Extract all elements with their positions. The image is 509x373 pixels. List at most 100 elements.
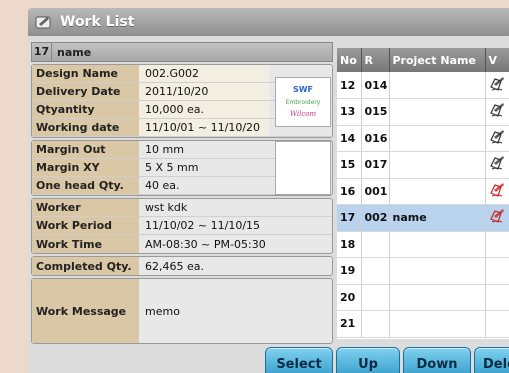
design-preview-empty <box>275 141 331 195</box>
table-row[interactable]: 13 015 <box>337 98 509 126</box>
cell-no: 21 <box>337 310 362 338</box>
cell-v <box>485 231 509 258</box>
cell-project <box>389 72 486 99</box>
job-number: 17 <box>32 43 52 61</box>
job-name: name <box>57 45 92 59</box>
work-message-value: memo <box>145 304 180 318</box>
up-button[interactable]: Up <box>336 347 400 373</box>
table-header-row: No R Project Name V <box>337 48 509 72</box>
worker-group: Worker wst kdk Work Period 11/10/02 ~ 11… <box>31 198 333 254</box>
cell-no: 16 <box>337 178 362 205</box>
job-header: 17 name <box>31 42 333 62</box>
table-row[interactable]: 20 <box>337 284 509 311</box>
cell-no: 17 <box>337 204 362 232</box>
col-v-header[interactable]: V <box>485 48 509 72</box>
window-title: Work List <box>60 14 135 30</box>
table-row[interactable]: 16 001 <box>337 178 509 205</box>
table-row[interactable]: 14 016 <box>337 125 509 152</box>
delivery-date-value: 2011/10/20 <box>139 83 269 100</box>
select-button[interactable]: Select <box>265 347 333 373</box>
cell-project: name <box>389 204 486 232</box>
work-message-row: Work Message memo <box>32 279 332 343</box>
completed-qty-label: Completed Qty. <box>32 257 139 275</box>
cell-project <box>389 257 486 285</box>
title-bar: Work List <box>28 8 509 36</box>
cell-project <box>389 178 486 205</box>
cell-no: 18 <box>337 231 362 258</box>
work-time-row: Work Time AM-08:30 ~ PM-05:30 <box>32 235 332 253</box>
cell-r: 015 <box>361 98 390 126</box>
completed-group: Completed Qty. 62,465 ea. <box>31 256 333 276</box>
design-name-label: Design Name <box>32 65 139 82</box>
cell-no: 14 <box>337 125 362 152</box>
pen-note-icon[interactable] <box>488 101 506 119</box>
one-head-qty-value: 40 ea. <box>145 179 180 192</box>
cell-v <box>485 98 509 126</box>
svg-text:Wilcom: Wilcom <box>290 110 317 118</box>
pen-note-icon[interactable] <box>488 128 506 146</box>
cell-v <box>485 125 509 152</box>
worker-row: Worker wst kdk <box>32 199 332 217</box>
margin-xy-value: 5 X 5 mm <box>145 161 199 174</box>
working-date-label: Working date <box>32 119 139 136</box>
job-info-panel: 17 name Design Name 002.G002 Delivery Da… <box>31 42 333 346</box>
table-row[interactable]: 17 002 name <box>337 204 509 232</box>
cell-project <box>389 284 486 311</box>
pen-note-icon[interactable] <box>488 75 506 93</box>
col-no-header[interactable]: No <box>337 48 362 72</box>
work-time-value: AM-08:30 ~ PM-05:30 <box>145 237 266 251</box>
table-row[interactable]: 15 017 <box>337 151 509 179</box>
cell-no: 13 <box>337 98 362 126</box>
cell-r <box>361 284 390 311</box>
cell-r <box>361 257 390 285</box>
quantity-value: 10,000 ea. <box>139 101 269 118</box>
worker-value: wst kdk <box>145 201 188 214</box>
cell-r <box>361 231 390 258</box>
margin-out-label: Margin Out <box>32 141 139 158</box>
cell-v <box>485 151 509 179</box>
design-logo-icon: SWF Embroidery Wilcom <box>286 85 321 118</box>
svg-text:SWF: SWF <box>293 85 313 94</box>
margin-xy-label: Margin XY <box>32 159 139 176</box>
cell-project <box>389 310 486 338</box>
delete-button[interactable]: Dele <box>474 347 509 373</box>
design-preview: SWF Embroidery Wilcom <box>275 77 331 127</box>
work-period-row: Work Period 11/10/02 ~ 11/10/15 <box>32 217 332 235</box>
table-row[interactable]: 18 <box>337 231 509 258</box>
delivery-date-label: Delivery Date <box>32 83 139 100</box>
work-message-label: Work Message <box>32 279 139 343</box>
cell-v <box>485 72 509 99</box>
down-button[interactable]: Down <box>403 347 471 373</box>
completed-qty-value: 62,465 ea. <box>145 259 204 273</box>
completed-qty-row: Completed Qty. 62,465 ea. <box>32 257 332 275</box>
margin-out-value: 10 mm <box>145 143 184 156</box>
svg-text:Embroidery: Embroidery <box>286 99 321 106</box>
project-list: No R Project Name V 12 014 13 015 14 016 15 017… <box>337 48 509 339</box>
cell-v <box>485 310 509 338</box>
col-project-header[interactable]: Project Name <box>389 48 486 72</box>
cell-project <box>389 151 486 179</box>
table-row[interactable]: 21 <box>337 310 509 338</box>
cell-v <box>485 257 509 285</box>
cell-no: 20 <box>337 284 362 311</box>
cell-v <box>485 178 509 205</box>
design-name-value: 002.G002 <box>139 65 269 82</box>
pen-note-icon[interactable] <box>488 154 506 172</box>
cell-r: 002 <box>361 204 390 232</box>
message-group: Work Message memo <box>31 278 333 344</box>
pen-note-red-icon[interactable] <box>488 181 506 199</box>
cell-r: 017 <box>361 151 390 179</box>
cell-r: 016 <box>361 125 390 152</box>
table-row[interactable]: 12 014 <box>337 72 509 99</box>
design-info-group: Design Name 002.G002 Delivery Date 2011/… <box>31 64 333 138</box>
cell-r: 001 <box>361 178 390 205</box>
cell-v <box>485 204 509 232</box>
pen-note-red-icon[interactable] <box>488 207 506 225</box>
quantity-label: Qtyantity <box>32 101 139 118</box>
cell-project <box>389 125 486 152</box>
table-row[interactable]: 19 <box>337 257 509 285</box>
cell-project <box>389 98 486 126</box>
col-r-header[interactable]: R <box>361 48 390 72</box>
work-list-window: Work List 17 name Design Name 002.G002 D… <box>28 8 509 373</box>
project-table: No R Project Name V 12 014 13 015 14 016 15 017… <box>337 48 509 338</box>
